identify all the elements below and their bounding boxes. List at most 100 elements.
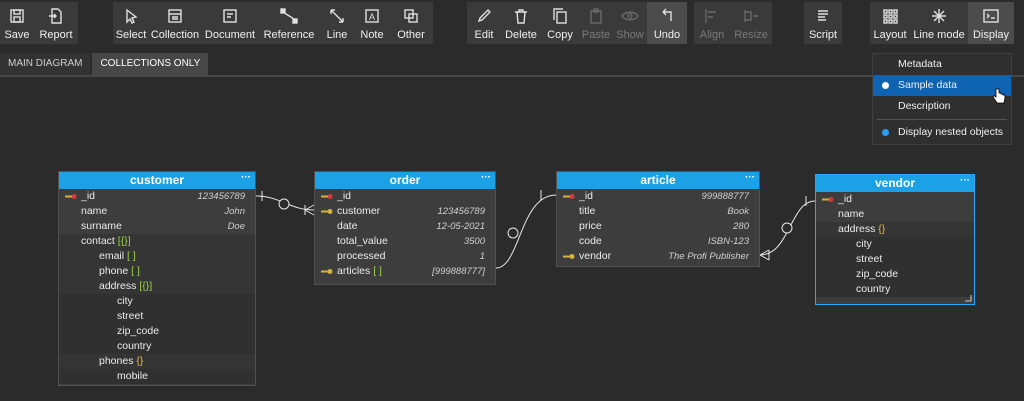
menu-item-display-nested-objects[interactable]: Display nested objects <box>873 122 1011 143</box>
entity-header[interactable]: customer ··· <box>59 172 255 189</box>
field-row[interactable]: phones {} <box>59 354 255 369</box>
entity-order[interactable]: order ··· _id customer 123456789 date 12-… <box>314 171 496 285</box>
field-row[interactable]: code ISBN-123 <box>557 234 759 249</box>
field-row[interactable]: email [ ] <box>59 249 255 264</box>
entity-menu-button[interactable]: ··· <box>960 172 970 189</box>
field-row[interactable]: zip_code <box>59 324 255 339</box>
foreign-key-icon <box>321 269 333 274</box>
paste-icon <box>590 8 602 24</box>
field-row[interactable]: customer 123456789 <box>315 204 495 219</box>
relation-marker <box>781 222 793 234</box>
toolbar-group-view: Layout Line mode Display <box>870 2 1014 44</box>
field-row[interactable]: articles [ ] [999888777] <box>315 264 495 279</box>
field-row[interactable]: country <box>816 282 974 297</box>
paste-button[interactable]: Paste <box>579 2 613 44</box>
menu-item-description[interactable]: Description <box>873 96 1011 117</box>
toolbar-group-edit: Edit Delete Copy Paste Show Undo <box>467 2 687 44</box>
field-row[interactable]: contact [{}] <box>59 234 255 249</box>
toolbar-group-layout-tools: Align Resize <box>694 2 772 44</box>
field-row[interactable]: address {} <box>816 222 974 237</box>
note-button[interactable]: A Note <box>355 2 389 44</box>
align-icon <box>705 9 716 23</box>
display-button[interactable]: Display <box>968 2 1014 44</box>
field-row[interactable]: date 12-05-2021 <box>315 219 495 234</box>
menu-item-sample-data[interactable]: Sample data <box>873 75 1011 96</box>
foreign-key-icon <box>563 254 575 259</box>
field-row[interactable]: street <box>59 309 255 324</box>
undo-button[interactable]: Undo <box>647 2 687 44</box>
relation-marker <box>507 227 519 239</box>
field-row[interactable]: city <box>816 237 974 252</box>
entity-menu-button[interactable]: ··· <box>481 169 491 186</box>
report-button[interactable]: Report <box>34 2 78 44</box>
eye-icon <box>621 11 639 21</box>
field-row[interactable]: surname Doe <box>59 219 255 234</box>
entity-header[interactable]: order ··· <box>315 172 495 189</box>
field-row[interactable]: address [{}] <box>59 279 255 294</box>
other-button[interactable]: Other <box>389 2 433 44</box>
select-button[interactable]: Select <box>113 2 149 44</box>
trash-icon <box>515 9 527 24</box>
line-mode-button[interactable]: Line mode <box>910 2 968 44</box>
entity-vendor[interactable]: vendor ··· _id name address {} city stree… <box>815 174 975 305</box>
undo-icon <box>662 8 672 21</box>
script-button[interactable]: Script <box>804 2 842 44</box>
field-row[interactable]: processed 1 <box>315 249 495 264</box>
resize-icon <box>744 10 758 22</box>
field-row[interactable]: _id <box>315 189 495 204</box>
toolbar-group-file: Save Report <box>0 2 78 44</box>
layout-icon <box>883 9 898 24</box>
menu-item-metadata[interactable]: Metadata <box>873 54 1011 75</box>
relation-order-article <box>495 194 557 269</box>
layout-button[interactable]: Layout <box>870 2 910 44</box>
field-row[interactable]: street <box>816 252 974 267</box>
collection-icon <box>168 9 182 23</box>
display-dropdown-menu: Metadata Sample data Description Display… <box>872 53 1012 145</box>
cursor-icon <box>126 8 138 24</box>
entity-header[interactable]: vendor ··· <box>816 175 974 192</box>
report-icon <box>49 8 62 24</box>
toolbar-group-script: Script <box>804 2 842 44</box>
delete-button[interactable]: Delete <box>501 2 541 44</box>
field-row[interactable]: country <box>59 339 255 354</box>
tab-main-diagram[interactable]: MAIN DIAGRAM <box>0 53 91 75</box>
field-row[interactable]: _id 123456789 <box>59 189 255 204</box>
entity-article[interactable]: article ··· _id 999888777 title Book pric… <box>556 171 760 267</box>
primary-key-icon <box>563 194 575 199</box>
copy-button[interactable]: Copy <box>541 2 579 44</box>
field-row[interactable]: city <box>59 294 255 309</box>
entity-menu-button[interactable]: ··· <box>745 169 755 186</box>
edit-button[interactable]: Edit <box>467 2 501 44</box>
resize-handle-icon[interactable] <box>964 294 972 302</box>
primary-key-icon <box>321 194 333 199</box>
relation-marker <box>278 198 290 210</box>
field-row[interactable]: total_value 3500 <box>315 234 495 249</box>
field-row[interactable]: mobile <box>59 369 255 384</box>
diagram-canvas[interactable]: customer ··· _id 123456789 name John surn… <box>0 77 1024 401</box>
collection-button[interactable]: Collection <box>149 2 201 44</box>
diagram-tabs: MAIN DIAGRAM COLLECTIONS ONLY <box>0 53 210 75</box>
field-row[interactable]: title Book <box>557 204 759 219</box>
show-button[interactable]: Show <box>613 2 647 44</box>
entity-header[interactable]: article ··· <box>557 172 759 189</box>
field-row[interactable]: name John <box>59 204 255 219</box>
field-row[interactable]: _id 999888777 <box>557 189 759 204</box>
save-button[interactable]: Save <box>0 2 34 44</box>
document-button[interactable]: Document <box>201 2 259 44</box>
field-row[interactable]: vendor The Profi Publisher <box>557 249 759 264</box>
line-button[interactable]: Line <box>319 2 355 44</box>
entity-customer[interactable]: customer ··· _id 123456789 name John surn… <box>58 171 256 386</box>
field-row[interactable]: price 280 <box>557 219 759 234</box>
foreign-key-icon <box>321 209 333 214</box>
reference-button[interactable]: Reference <box>259 2 319 44</box>
tab-collections-only[interactable]: COLLECTIONS ONLY <box>92 53 209 75</box>
field-row[interactable]: phone [ ] <box>59 264 255 279</box>
field-row[interactable]: zip_code <box>816 267 974 282</box>
entity-menu-button[interactable]: ··· <box>241 169 251 186</box>
align-button[interactable]: Align <box>694 2 730 44</box>
pencil-icon <box>477 9 491 23</box>
resize-button[interactable]: Resize <box>730 2 772 44</box>
field-row[interactable]: _id <box>816 192 974 207</box>
script-icon <box>818 10 828 21</box>
field-row[interactable]: name <box>816 207 974 222</box>
